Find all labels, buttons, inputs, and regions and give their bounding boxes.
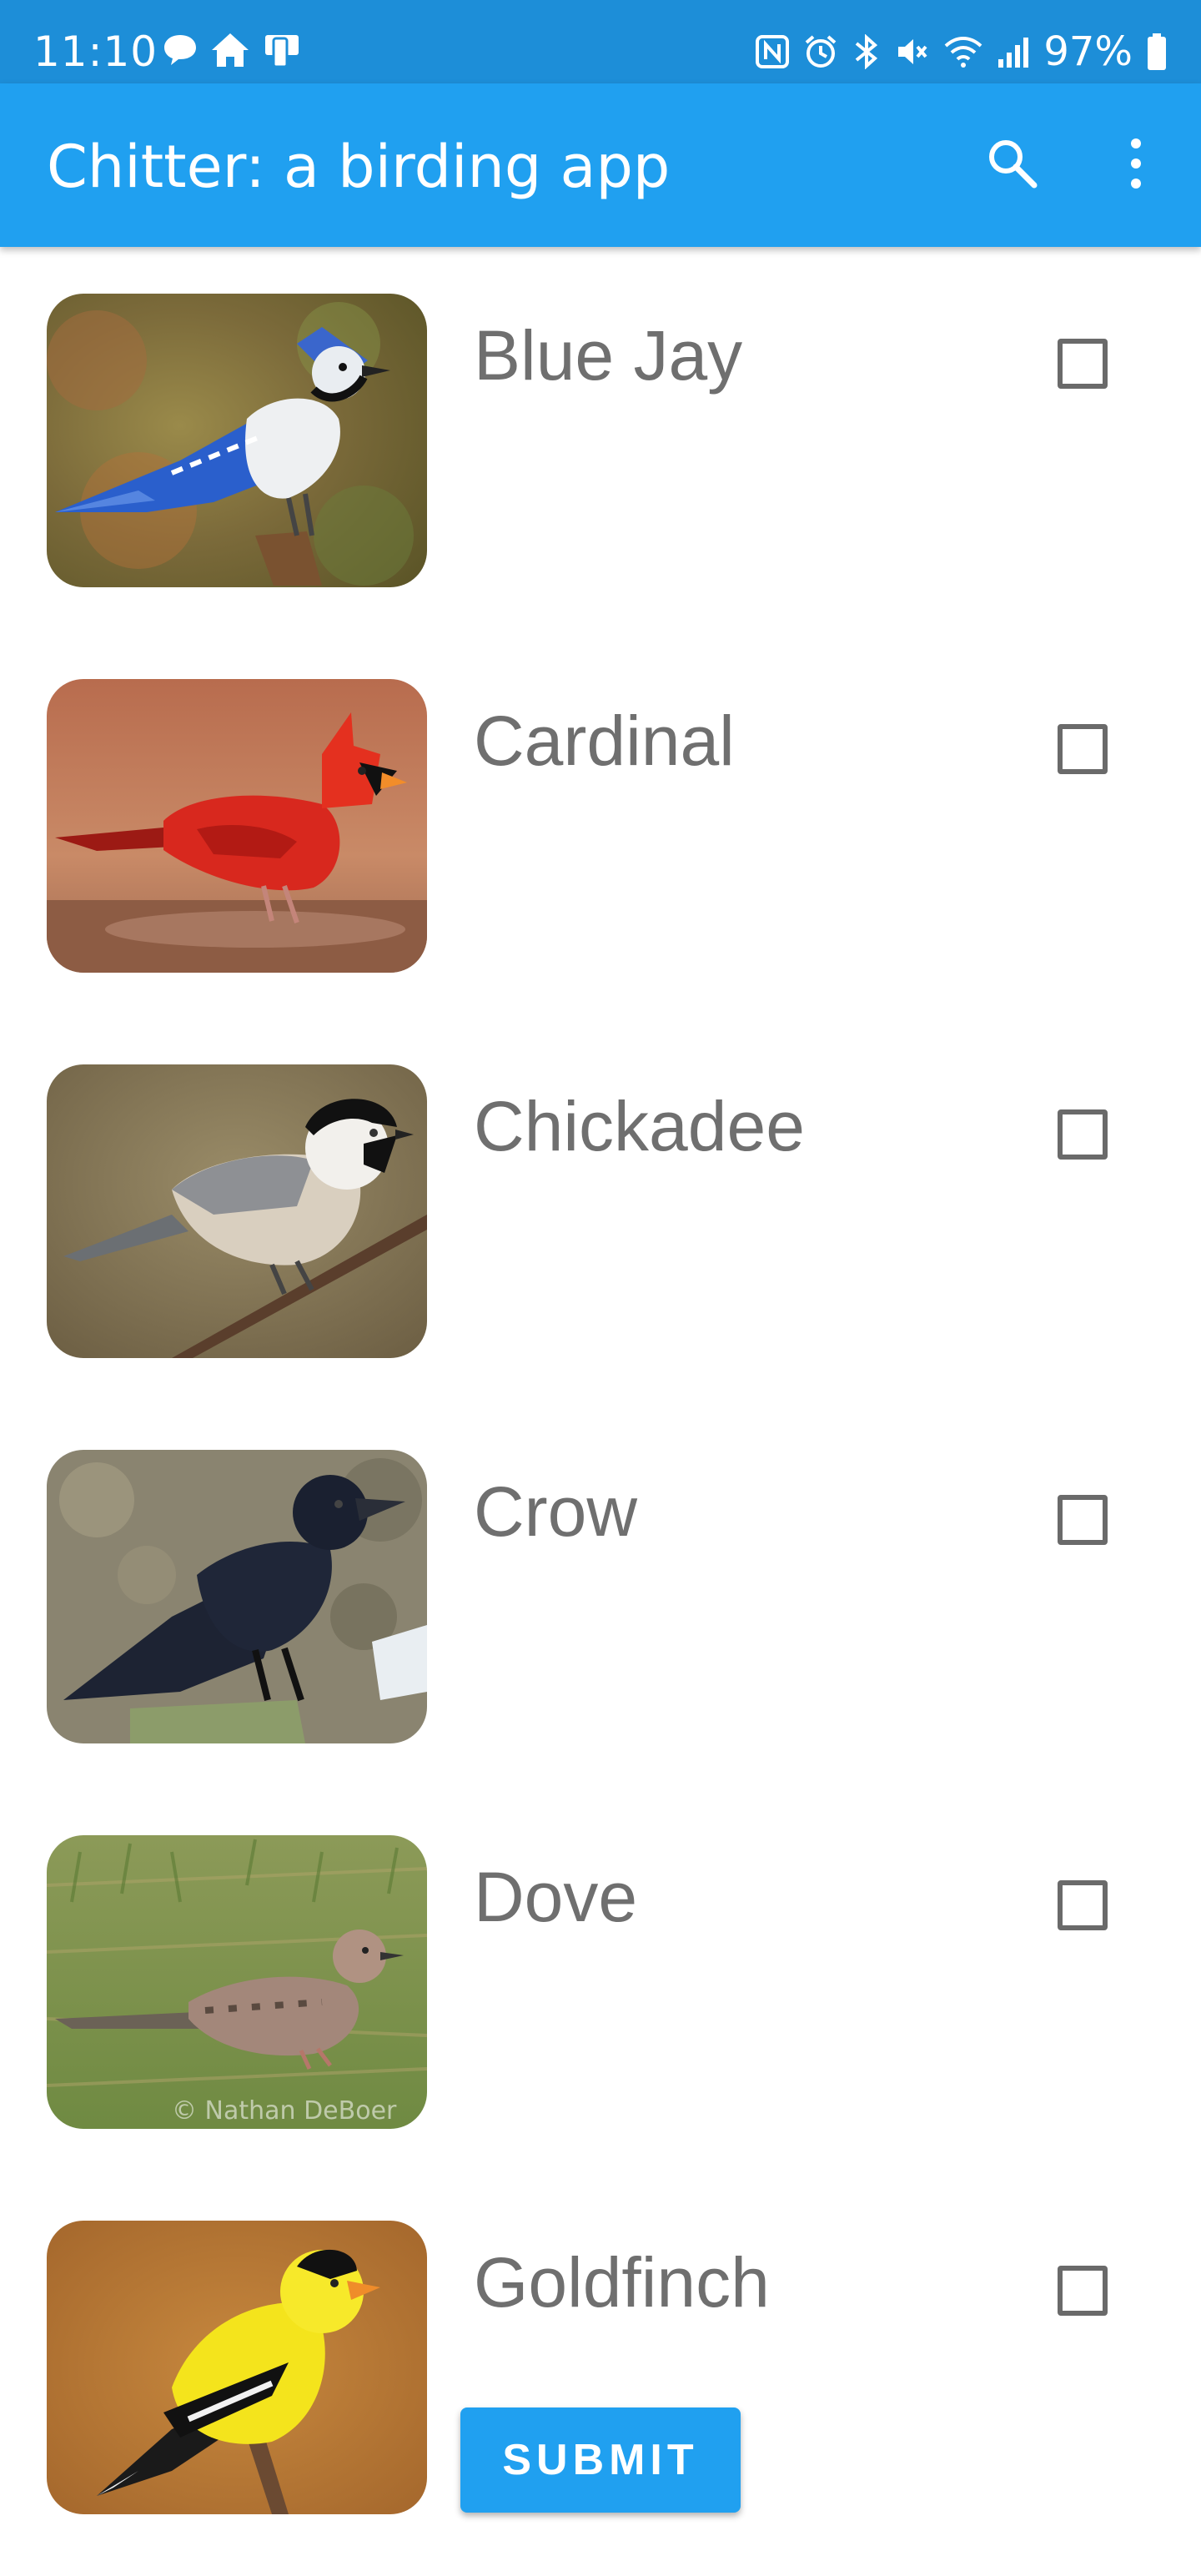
blue-jay-photo [47, 294, 427, 587]
app-screen: 11:10 97% Chitter: a birding app Blue Ja… [0, 0, 1201, 2576]
chickadee-photo [47, 1064, 427, 1358]
checkbox-blue-jay[interactable] [1058, 339, 1108, 389]
checkbox-crow[interactable] [1058, 1495, 1108, 1545]
app-bar: Chitter: a birding app [0, 83, 1201, 247]
list-item: Crow [0, 1403, 1201, 1789]
list-item: Chickadee [0, 1018, 1201, 1403]
wifi-icon [943, 34, 983, 69]
chat-bubble-icon [162, 32, 198, 68]
photo-credit: © Nathan DeBoer [172, 2096, 397, 2126]
list-item: Cardinal [0, 632, 1201, 1018]
bird-list: Blue Jay Cardinal Chickadee Crow © Natha… [0, 247, 1201, 2576]
status-time: 11:10 [33, 28, 158, 76]
dove-photo: © Nathan DeBoer [47, 1835, 427, 2129]
bird-name: Dove [474, 1858, 638, 1936]
nfc-icon [755, 34, 790, 69]
overflow-menu-button[interactable] [1096, 125, 1176, 205]
bluetooth-icon [852, 34, 882, 69]
status-bar: 11:10 97% [0, 0, 1201, 83]
notification-icons [162, 32, 302, 68]
search-icon [982, 133, 1043, 197]
more-vert-icon [1119, 133, 1153, 197]
checkbox-goldfinch[interactable] [1058, 2266, 1108, 2316]
list-item: Blue Jay [0, 247, 1201, 632]
battery-percent: 97% [1043, 28, 1133, 75]
goldfinch-photo [47, 2221, 427, 2514]
alarm-icon [803, 34, 838, 69]
bird-name: Chickadee [474, 1087, 805, 1165]
bird-name: Cardinal [474, 702, 735, 780]
system-icons: 97% [755, 27, 1168, 77]
bird-name: Blue Jay [474, 316, 743, 395]
app-title: Chitter: a birding app [47, 133, 671, 201]
signal-icon [997, 34, 1030, 69]
checkbox-dove[interactable] [1058, 1880, 1108, 1930]
battery-icon [1146, 33, 1168, 71]
search-button[interactable] [972, 125, 1053, 205]
home-icon [210, 32, 250, 68]
cardinal-photo [47, 679, 427, 973]
bird-name: Crow [474, 1472, 638, 1551]
mute-icon [895, 34, 930, 69]
crow-photo [47, 1450, 427, 1743]
submit-button[interactable]: SUBMIT [460, 2407, 741, 2513]
checkbox-chickadee[interactable] [1058, 1109, 1108, 1160]
bird-name: Goldfinch [474, 2243, 770, 2322]
device-icon [262, 32, 302, 68]
checkbox-cardinal[interactable] [1058, 724, 1108, 774]
list-item: © Nathan DeBoer Dove [0, 1789, 1201, 2174]
